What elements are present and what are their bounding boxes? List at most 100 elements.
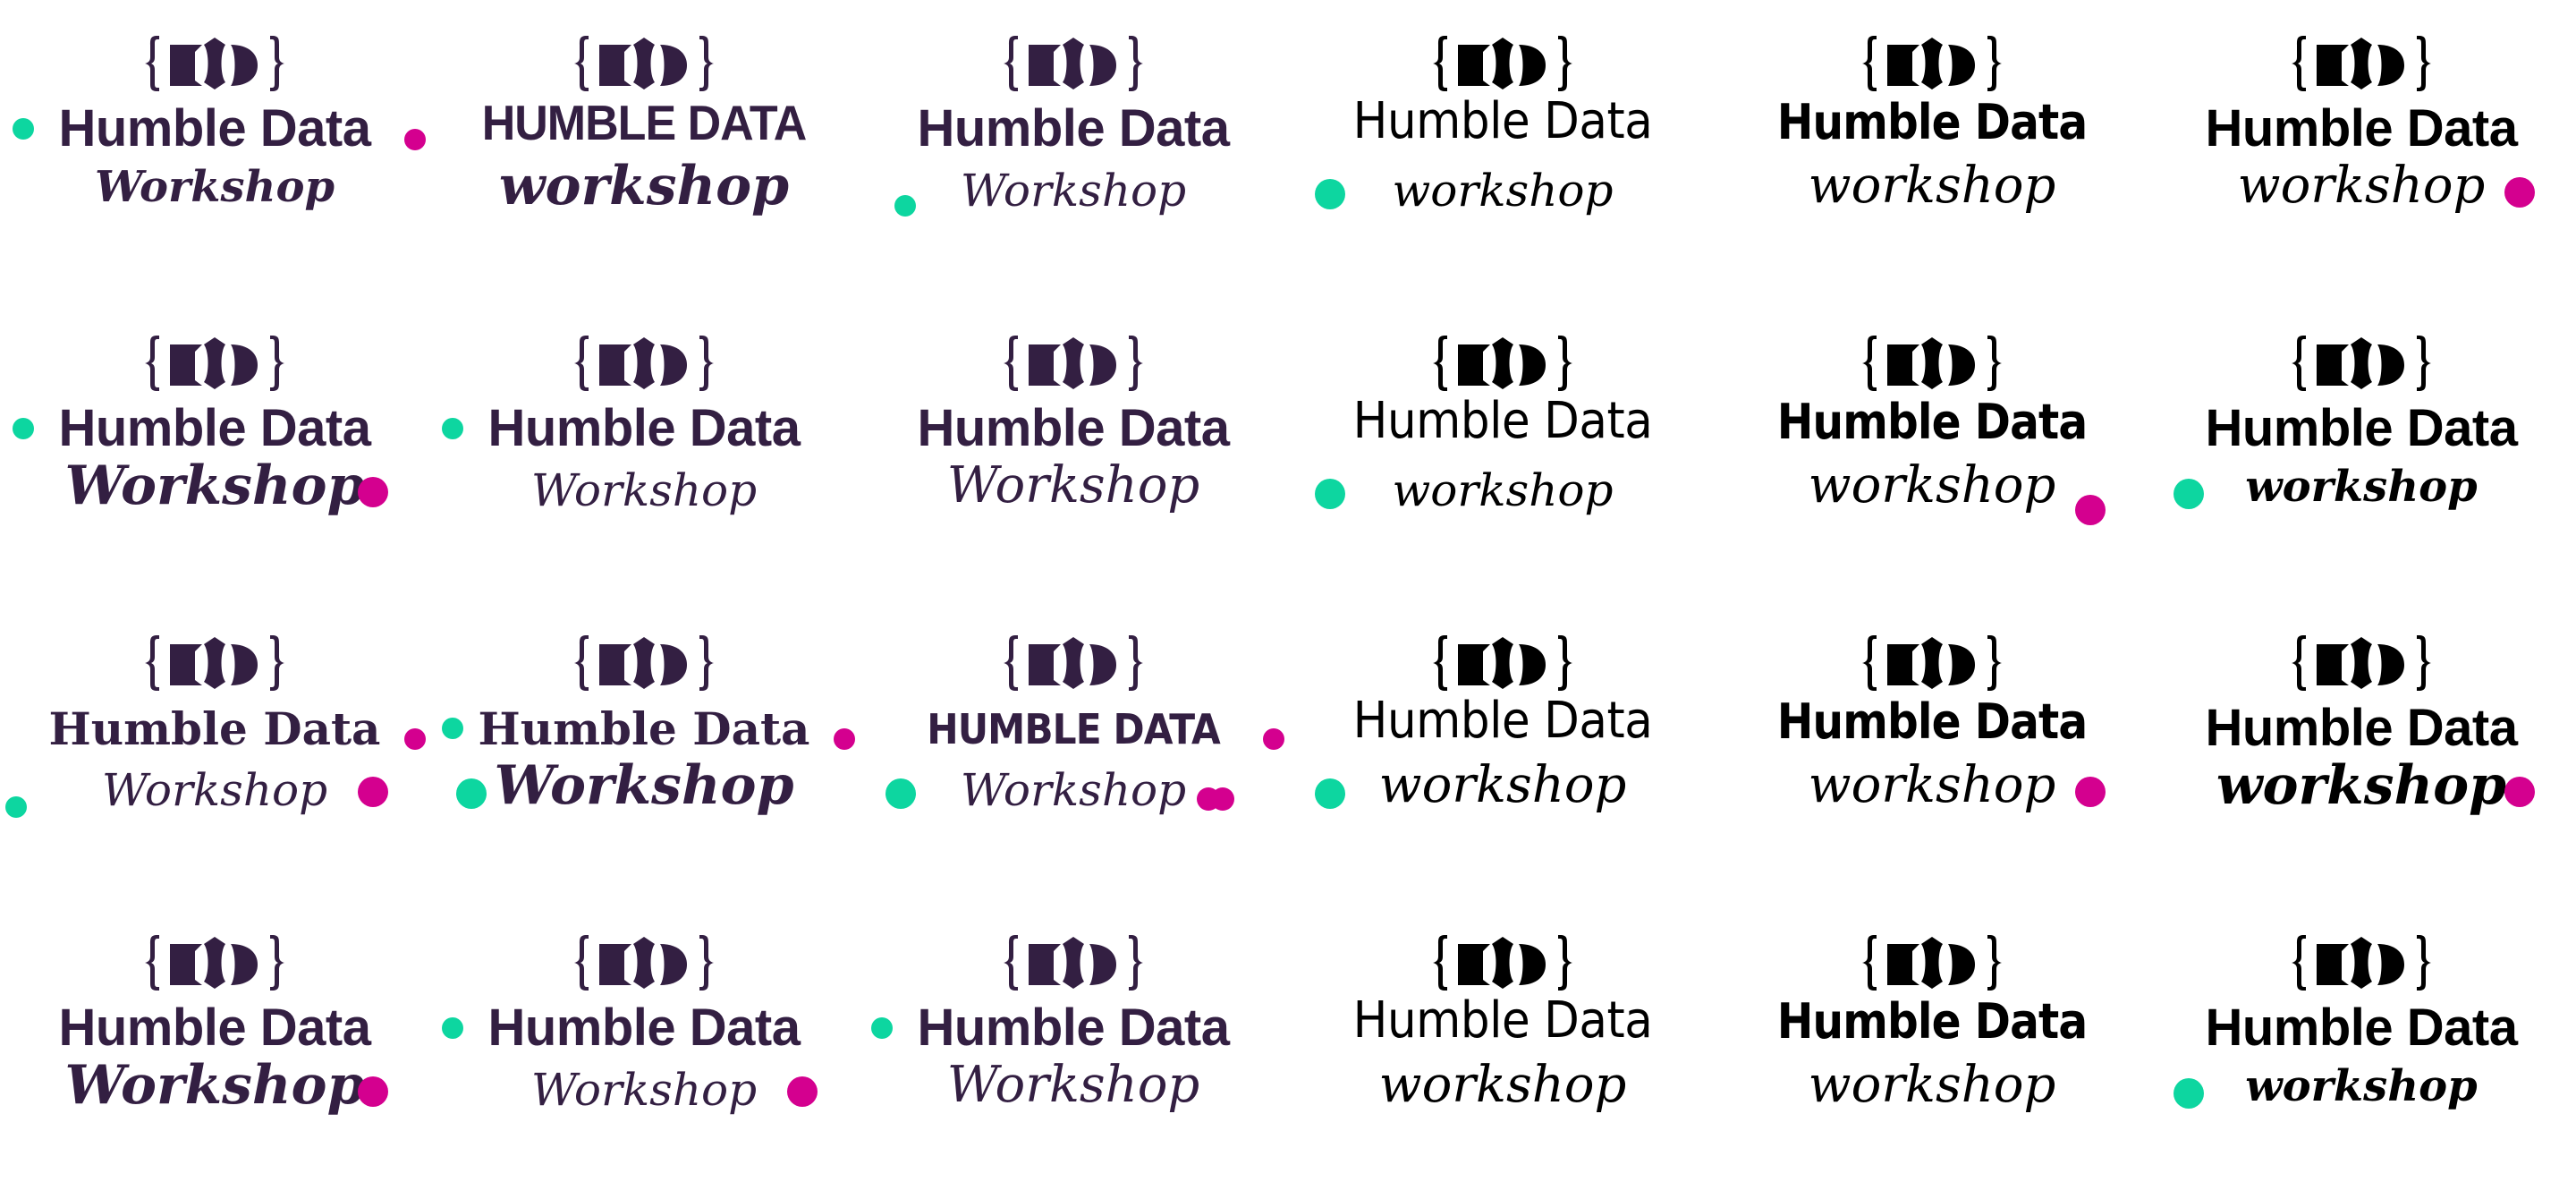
logo: Humble Data workshop <box>1288 300 1717 600</box>
teal-dot <box>13 418 34 439</box>
teal-dot <box>5 796 27 818</box>
logo: Humble Data workshop <box>1717 300 2147 600</box>
teal-dot <box>871 1017 893 1039</box>
logo: Humble Data workshop <box>2147 899 2576 1199</box>
humble-data-brace-logo-icon <box>143 634 286 693</box>
logo-variant-r4-c3: Humble Data Workshop <box>859 899 1288 1199</box>
logo-title: Humble Data <box>2205 399 2518 457</box>
humble-data-brace-logo-icon <box>572 34 716 93</box>
humble-data-brace-logo-icon <box>1431 34 1574 93</box>
logo-title: Humble Data <box>917 999 1230 1057</box>
humble-data-brace-logo-icon <box>2290 933 2433 992</box>
logo-variant-r2-c1: Humble Data Workshop <box>0 300 429 600</box>
logo-subtitle: Workshop <box>530 464 758 516</box>
logo-variant-sheet: Humble Data Workshop HUMBLE DATA workshop … <box>0 0 2576 1197</box>
logo-title: Humble Data <box>2205 699 2518 757</box>
logo: Humble Data Workshop <box>429 899 859 1199</box>
humble-data-brace-logo-icon <box>1431 634 1574 693</box>
logo: HUMBLE DATA Workshop <box>859 600 1288 899</box>
magenta-dot <box>404 129 426 150</box>
logo-variant-r1-c5: Humble Data workshop <box>1717 0 2147 300</box>
logo-variant-r2-c5: Humble Data workshop <box>1717 300 2147 600</box>
teal-dot <box>13 118 34 140</box>
logo-title: HUMBLE DATA <box>481 96 808 151</box>
logo: Humble Data Workshop <box>859 300 1288 600</box>
logo-variant-r4-c2: Humble Data Workshop <box>429 899 859 1199</box>
humble-data-brace-logo-icon <box>572 634 716 693</box>
logo-subtitle: workshop <box>1378 1056 1627 1114</box>
logo: Humble Data Workshop <box>0 300 429 600</box>
teal-dot <box>442 1017 463 1039</box>
logo-variant-r4-c1: Humble Data Workshop <box>0 899 429 1199</box>
humble-data-brace-logo-icon <box>2290 334 2433 393</box>
logo-title: Humble Data <box>1776 394 2088 450</box>
humble-data-brace-logo-icon <box>1002 34 1145 93</box>
magenta-dot <box>787 1076 818 1107</box>
logo-variant-r3-c6: Humble Data workshop <box>2147 600 2576 899</box>
logo: Humble Data workshop <box>1717 899 2147 1199</box>
logo-subtitle: Workshop <box>960 165 1187 217</box>
logo-title: HUMBLE DATA <box>927 705 1220 753</box>
logo-variant-r2-c2: Humble Data Workshop <box>429 300 859 600</box>
logo-title: Humble Data <box>1352 392 1653 450</box>
humble-data-brace-logo-icon <box>572 334 716 393</box>
humble-data-brace-logo-icon <box>572 933 716 992</box>
humble-data-brace-logo-icon <box>143 933 286 992</box>
logo-variant-r1-c1: Humble Data Workshop <box>0 0 429 300</box>
logo-variant-r3-c1: Humble Data Workshop <box>0 600 429 899</box>
logo: Humble Data Workshop <box>0 600 429 899</box>
logo: Humble Data workshop <box>1717 600 2147 899</box>
logo-subtitle: Workshop <box>946 456 1200 514</box>
logo-title: Humble Data <box>58 999 371 1057</box>
logo-variant-r1-c6: Humble Data workshop <box>2147 0 2576 300</box>
logo-subtitle: workshop <box>1808 1056 2056 1114</box>
logo-title: Humble Data <box>1352 692 1653 750</box>
logo-variant-r4-c4: Humble Data workshop <box>1288 899 1717 1199</box>
teal-dot <box>1315 778 1345 809</box>
logo-title: Humble Data <box>487 399 801 457</box>
teal-dot <box>442 718 463 739</box>
logo: Humble Data Workshop <box>429 600 859 899</box>
logo: HUMBLE DATA workshop <box>429 0 859 300</box>
humble-data-brace-logo-icon <box>1431 933 1574 992</box>
logo: Humble Data Workshop <box>429 300 859 600</box>
logo-title: Humble Data <box>487 999 801 1057</box>
logo-title: Humble Data <box>2205 99 2518 157</box>
magenta-dot <box>1211 787 1234 811</box>
magenta-dot <box>358 1076 388 1107</box>
logo: Humble Data workshop <box>1288 899 1717 1199</box>
magenta-dot <box>358 777 388 807</box>
logo-subtitle: workshop <box>498 155 790 217</box>
magenta-dot <box>1263 728 1284 750</box>
humble-data-brace-logo-icon <box>143 34 286 93</box>
logo-title: Humble Data <box>58 99 371 157</box>
logo-title: Humble Data <box>1776 94 2088 150</box>
logo-variant-r1-c3: Humble Data Workshop <box>859 0 1288 300</box>
logo-title: Humble Data <box>1776 693 2088 750</box>
magenta-dot <box>834 728 855 750</box>
logo-subtitle: Workshop <box>946 1056 1200 1114</box>
logo-title: Humble Data <box>2205 999 2518 1057</box>
logo-title: Humble Data <box>1352 991 1653 1050</box>
logo-title: Humble Data <box>58 399 371 457</box>
magenta-dot <box>358 477 388 507</box>
logo-subtitle: workshop <box>1808 157 2056 215</box>
logo-variant-r3-c3: HUMBLE DATA Workshop <box>859 600 1288 899</box>
logo: Humble Data workshop <box>2147 300 2576 600</box>
logo: Humble Data workshop <box>1288 0 1717 300</box>
logo-variant-r2-c3: Humble Data Workshop <box>859 300 1288 600</box>
logo-title: Humble Data <box>478 702 810 755</box>
teal-dot <box>1315 179 1345 209</box>
logo-title: Humble Data <box>1776 993 2088 1050</box>
logo-title: Humble Data <box>1352 92 1653 150</box>
logo-title: Humble Data <box>48 702 381 755</box>
magenta-dot <box>2075 495 2106 525</box>
logo-variant-r2-c4: Humble Data workshop <box>1288 300 1717 600</box>
humble-data-brace-logo-icon <box>1860 334 2004 393</box>
logo-subtitle: Workshop <box>94 162 335 212</box>
logo: Humble Data Workshop <box>0 0 429 300</box>
humble-data-brace-logo-icon <box>1431 334 1574 393</box>
humble-data-brace-logo-icon <box>1860 634 2004 693</box>
logo: Humble Data workshop <box>2147 600 2576 899</box>
logo: Humble Data workshop <box>1288 600 1717 899</box>
